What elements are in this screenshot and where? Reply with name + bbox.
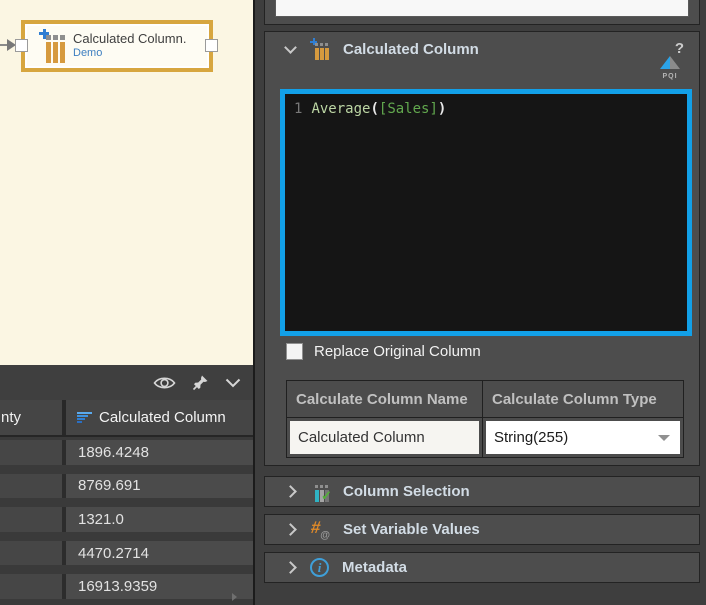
table-row[interactable]: 4470.2714 [0, 541, 253, 575]
pqi-logo[interactable]: PQI [659, 56, 681, 80]
numeric-column-icon [77, 412, 92, 424]
table-row[interactable]: 1896.4248 [0, 440, 253, 474]
expression-editor[interactable]: 1Average([Sales]) [280, 89, 692, 336]
pqi-label: PQI [659, 73, 681, 80]
top-group-box [264, 0, 700, 25]
table-row[interactable]: 16913.9359 [0, 574, 253, 605]
scroll-right-icon[interactable] [232, 593, 237, 601]
workflow-canvas[interactable]: Calculated Column. Demo [0, 0, 253, 365]
code-function: Average [311, 101, 370, 117]
cell-value: 8769.691 [66, 474, 253, 499]
section-title: Metadata [342, 559, 407, 576]
cell-value: 1321.0 [66, 507, 253, 532]
config-panel: Calculated Column ? PQI 1Average([Sales]… [253, 0, 706, 605]
pqi-triangle-icon [660, 56, 680, 69]
table-row[interactable]: 1321.0 [0, 507, 253, 541]
chevron-right-icon [284, 561, 297, 574]
results-table-body: 1896.4248 8769.691 1321.0 4470.2714 1691… [0, 437, 253, 605]
section-title: Column Selection [343, 483, 470, 500]
table-row[interactable]: 8769.691 [0, 474, 253, 508]
column-type-value: String(255) [494, 429, 568, 446]
set-variable-values-icon: #@ [310, 520, 330, 540]
preview-eye-icon[interactable] [153, 375, 176, 391]
section-column-selection[interactable]: ✓ Column Selection [264, 476, 700, 507]
column-config-table: Calculate Column Name Calculate Column T… [286, 380, 684, 458]
results-table: nty Calculated Column 1896.4248 8769.691… [0, 400, 253, 605]
help-button[interactable]: ? [675, 40, 684, 57]
dropdown-arrow-icon [658, 435, 670, 441]
column-type-dropdown[interactable]: String(255) [486, 421, 680, 454]
column-header-partial[interactable]: nty [0, 400, 66, 435]
info-icon: i [310, 558, 329, 577]
calculated-column-node[interactable]: Calculated Column. Demo [21, 20, 213, 72]
replace-original-column-checkbox[interactable] [286, 343, 303, 360]
cell-value: 16913.9359 [66, 574, 253, 599]
config-header-type: Calculate Column Type [483, 381, 683, 417]
column-name-input[interactable]: Calculated Column [290, 421, 479, 454]
calculated-column-section-header[interactable]: Calculated Column [265, 32, 699, 66]
cell-value: 1896.4248 [66, 440, 253, 465]
collapse-panel-chevron-icon[interactable] [225, 378, 241, 388]
column-header-calculated-column[interactable]: Calculated Column [66, 400, 253, 435]
top-text-input[interactable] [275, 0, 689, 17]
node-subtitle: Demo [73, 47, 186, 60]
config-header-name: Calculate Column Name [287, 381, 483, 417]
line-number: 1 [294, 101, 302, 117]
calculated-column-icon [39, 28, 67, 64]
section-set-variable-values[interactable]: #@ Set Variable Values [264, 514, 700, 545]
section-title: Set Variable Values [343, 521, 480, 538]
chevron-down-icon [284, 41, 297, 54]
app-window: Calculated Column. Demo nty Calculated C… [0, 0, 706, 605]
section-title: Calculated Column [343, 41, 479, 58]
cell-value: 4470.2714 [66, 541, 253, 566]
results-toolbar [0, 365, 253, 400]
code-line: 1Average([Sales]) [285, 94, 687, 117]
chevron-right-icon [284, 485, 297, 498]
code-column-ref: [Sales] [379, 101, 438, 117]
replace-original-column-label: Replace Original Column [314, 343, 481, 360]
node-input-port[interactable] [15, 39, 28, 52]
chevron-right-icon [284, 523, 297, 536]
replace-original-column-row: Replace Original Column [286, 343, 481, 360]
pin-icon[interactable] [192, 374, 209, 391]
node-output-port[interactable] [205, 39, 218, 52]
section-metadata[interactable]: i Metadata [264, 552, 700, 583]
column-selection-icon: ✓ [310, 481, 330, 502]
calculated-column-icon [310, 39, 330, 60]
node-title: Calculated Column. [73, 32, 186, 47]
results-table-header: nty Calculated Column [0, 400, 253, 437]
calculated-column-section: Calculated Column ? PQI 1Average([Sales]… [264, 31, 700, 466]
